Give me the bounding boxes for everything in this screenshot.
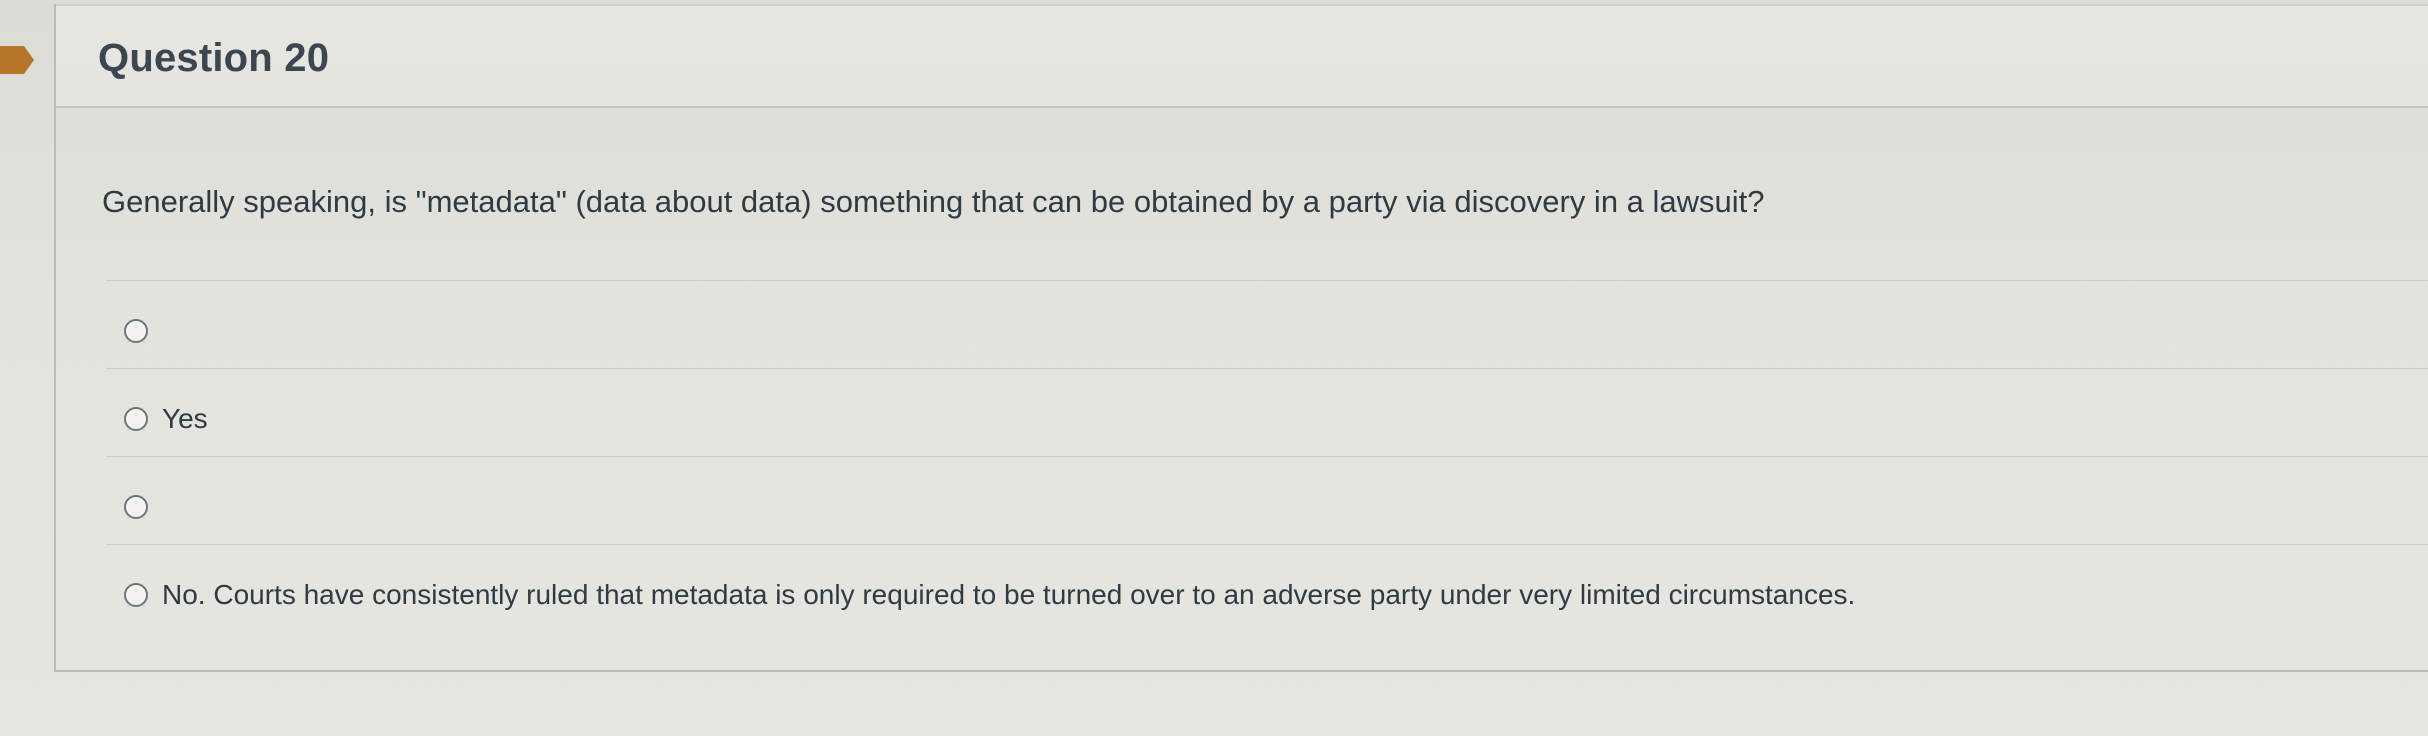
answer-label-4: No. Courts have consistently ruled that …	[162, 579, 1856, 610]
answer-list: Yes No. Courts have consistently ruled t…	[106, 280, 2428, 632]
answer-radio-2[interactable]	[124, 407, 148, 431]
answer-option-3[interactable]	[106, 456, 2428, 544]
question-text: Generally speaking, is "metadata" (data …	[102, 184, 1765, 219]
answer-radio-1[interactable]	[124, 319, 148, 343]
question-header: Question 20	[56, 4, 2428, 108]
quiz-page: { "question": { "title": "Question 20", …	[0, 0, 2428, 736]
answer-option-4[interactable]: No. Courts have consistently ruled that …	[106, 544, 2428, 632]
answer-radio-4[interactable]	[124, 583, 148, 607]
question-card: Question 20 Generally speaking, is "meta…	[54, 4, 2428, 672]
bookmark-flag-icon[interactable]	[0, 40, 36, 80]
answer-option-2[interactable]: Yes	[106, 368, 2428, 456]
question-title: Question 20	[98, 36, 330, 80]
answer-option-1[interactable]	[106, 280, 2428, 368]
answer-radio-3[interactable]	[124, 495, 148, 519]
answer-label-2: Yes	[162, 403, 208, 434]
